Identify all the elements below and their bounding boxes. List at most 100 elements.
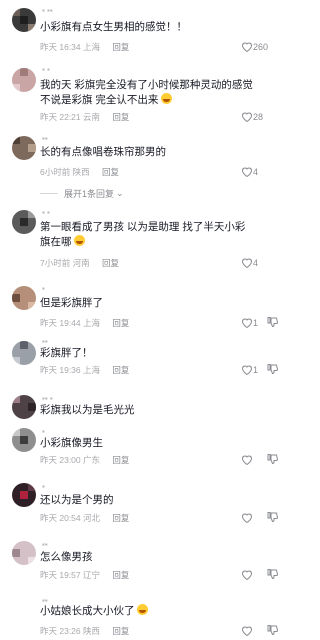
expand-replies-label: 展开1条回复 [64, 189, 115, 199]
comment-text-content: 我的天 彩旗完全没有了小时候那种灵动的感觉 不说是彩旗 完全认不出来 [40, 79, 253, 106]
comment-text-content: 小姑娘长成大小伙了 [40, 605, 135, 617]
reply-button[interactable]: 回复 [102, 258, 119, 268]
comment-text: 小彩旗有点女生男相的感觉！！ [40, 21, 187, 33]
reply-button[interactable]: 回复 [112, 570, 129, 580]
reply-button[interactable]: 回复 [102, 167, 119, 177]
emoji-icon [161, 93, 173, 104]
comment-text: 怎么像男孩 [40, 551, 93, 563]
reply-button[interactable]: 回复 [112, 112, 129, 122]
comment-text: 第一眼看成了男孩 以为是助理 找了半天小彩旗在哪 [40, 220, 253, 250]
like-count: 4 [253, 258, 259, 268]
comment-location: 陕西 [72, 167, 90, 177]
comment-meta: 昨天 16:34 上海 回复 [40, 41, 129, 53]
username[interactable]: ▪▪ ▪ [42, 394, 53, 403]
username[interactable]: ▪ ▪ [42, 65, 50, 74]
thumbs-down-icon[interactable] [267, 316, 279, 328]
comment-location: 河北 [83, 513, 101, 523]
chevron-down-icon: ⌄ [116, 188, 124, 198]
comment-time: 昨天 19:57 [40, 570, 81, 580]
username[interactable]: ▪▪ [42, 134, 48, 143]
username[interactable]: ▪ [42, 284, 45, 293]
avatar[interactable] [12, 136, 36, 160]
comment-text-content: 第一眼看成了男孩 以为是助理 找了半天小彩旗在哪 [40, 221, 246, 248]
comment-time: 昨天 23:00 [40, 455, 81, 465]
emoji-icon [74, 235, 86, 246]
emoji-icon [137, 604, 149, 615]
comment-text: 我的天 彩旗完全没有了小时候那种灵动的感觉 不说是彩旗 完全认不出来 [40, 78, 253, 108]
comment-text: 还以为是个男的 [40, 494, 114, 506]
reply-button[interactable]: 回复 [112, 365, 129, 375]
comment-text: 但是彩旗胖了 [40, 297, 103, 309]
comment-location: 上海 [83, 42, 101, 52]
like-count: 28 [253, 112, 264, 122]
avatar[interactable] [12, 395, 36, 419]
reply-button[interactable]: 回复 [112, 318, 129, 328]
heart-icon[interactable] [241, 41, 253, 52]
comment-meta: 昨天 19:57 辽宁 回复 [40, 569, 129, 581]
thumbs-down-icon[interactable] [267, 568, 279, 580]
comment-location: 上海 [83, 318, 101, 328]
comment-time: 昨天 16:34 [40, 42, 81, 52]
heart-icon[interactable] [241, 111, 253, 122]
heart-icon[interactable] [241, 569, 253, 580]
comment-meta: 昨天 19:36 上海 回复 [40, 364, 129, 376]
thumbs-down-icon[interactable] [267, 624, 279, 636]
heart-icon[interactable] [241, 257, 253, 268]
comment-text: 彩旗胖了！ [40, 347, 93, 359]
username[interactable]: ▪ ▪▪ [42, 6, 53, 15]
username[interactable]: ▪ ▪ [42, 208, 50, 217]
comment-time: 昨天 20:54 [40, 513, 81, 523]
comment-time: 昨天 19:36 [40, 365, 81, 375]
comment-time: 7小时前 [40, 258, 71, 268]
avatar[interactable] [12, 341, 36, 365]
heart-icon[interactable] [241, 166, 253, 177]
reply-button[interactable]: 回复 [112, 42, 129, 52]
expand-replies-button[interactable]: 展开1条回复 ⌄ [40, 187, 124, 200]
heart-icon[interactable] [241, 512, 253, 523]
comment-time: 昨天 19:44 [40, 318, 81, 328]
thumbs-down-icon[interactable] [267, 511, 279, 523]
username[interactable]: ▪ [42, 482, 45, 491]
comment-meta: 6小时前 陕西 回复 [40, 166, 119, 178]
comment-location: 辽宁 [83, 570, 101, 580]
comment-meta: 昨天 23:26 陕西 回复 [40, 625, 129, 637]
username[interactable]: ▪ [42, 427, 45, 436]
avatar[interactable] [12, 483, 36, 507]
reply-button[interactable]: 回复 [112, 455, 129, 465]
comment-text: 彩旗我以为是毛光光 [40, 404, 135, 416]
comment-location: 河南 [72, 258, 90, 268]
avatar[interactable] [12, 8, 36, 32]
like-count: 260 [253, 42, 269, 52]
comment-meta: 昨天 22:21 云南 回复 [40, 111, 129, 123]
comment-time: 昨天 22:21 [40, 112, 81, 122]
divider [40, 193, 58, 194]
avatar[interactable] [12, 286, 36, 310]
comment-text: 长的有点像唱卷珠帘那男的 [40, 146, 166, 158]
heart-icon[interactable] [241, 317, 253, 328]
avatar[interactable] [12, 210, 36, 234]
comment-location: 陕西 [83, 626, 101, 636]
username[interactable]: ▪▪ [42, 337, 48, 346]
heart-icon[interactable] [241, 364, 253, 375]
comment-text: 小姑娘长成大小伙了 [40, 604, 253, 619]
reply-button[interactable]: 回复 [112, 513, 129, 523]
avatar[interactable] [12, 428, 36, 452]
comment-location: 上海 [83, 365, 101, 375]
heart-icon[interactable] [241, 454, 253, 465]
thumbs-down-icon[interactable] [267, 363, 279, 375]
heart-icon[interactable] [241, 625, 253, 636]
comment-location: 云南 [83, 112, 101, 122]
comment-location: 广东 [83, 455, 101, 465]
comment-meta: 7小时前 河南 回复 [40, 257, 119, 269]
comment-time: 昨天 23:26 [40, 626, 81, 636]
comment-text: 小彩旗像男生 [40, 437, 103, 449]
comment-meta: 昨天 20:54 河北 回复 [40, 512, 129, 524]
like-count: 4 [253, 167, 259, 177]
avatar[interactable] [12, 541, 36, 565]
reply-button[interactable]: 回复 [112, 626, 129, 636]
username[interactable]: ▪▪ [42, 540, 48, 549]
comment-time: 6小时前 [40, 167, 71, 177]
thumbs-down-icon[interactable] [267, 453, 279, 465]
comment-meta: 昨天 23:00 广东 回复 [40, 454, 129, 466]
avatar[interactable] [12, 68, 36, 92]
